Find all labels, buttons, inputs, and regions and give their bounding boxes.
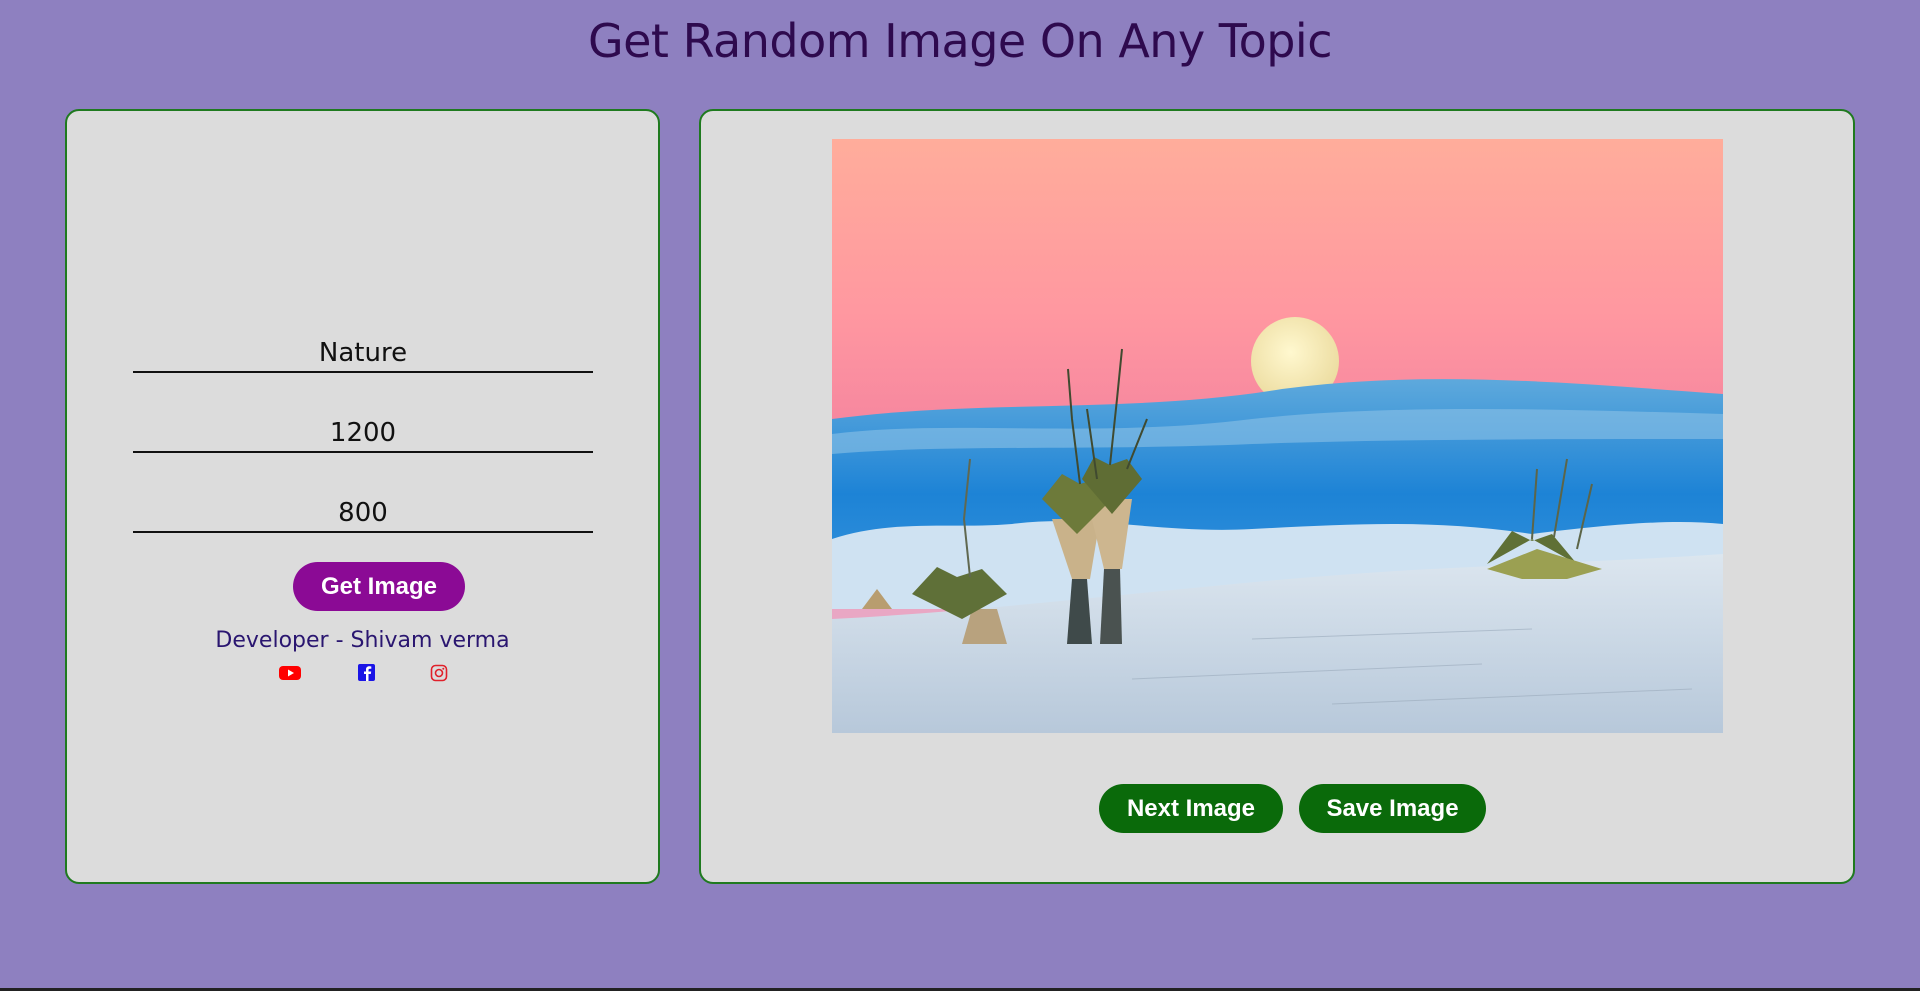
topic-input[interactable] (133, 335, 593, 373)
facebook-icon[interactable] (355, 664, 377, 682)
page-title: Get Random Image On Any Topic (587, 14, 1333, 68)
height-input[interactable] (133, 495, 593, 533)
image-panel: Next Image Save Image (699, 109, 1855, 884)
width-input[interactable] (133, 415, 593, 453)
instagram-icon[interactable] (428, 664, 450, 682)
random-image (832, 139, 1723, 733)
developer-credit: Developer - Shivam verma (215, 628, 510, 653)
save-image-button[interactable]: Save Image (1299, 784, 1486, 833)
youtube-icon[interactable] (279, 664, 301, 682)
search-panel: Get Image Developer - Shivam verma (65, 109, 660, 884)
get-image-button[interactable]: Get Image (293, 562, 465, 611)
next-image-button[interactable]: Next Image (1099, 784, 1283, 833)
